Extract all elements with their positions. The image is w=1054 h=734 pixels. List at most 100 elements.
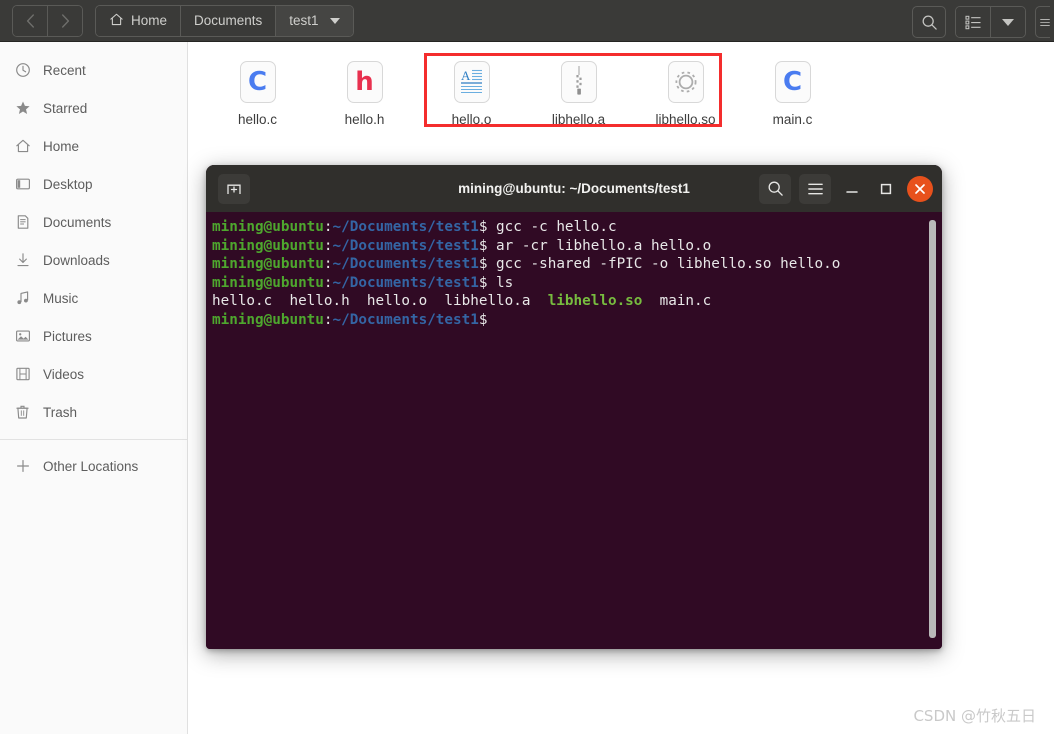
main-menu-button[interactable] [1035,6,1050,38]
sidebar-label-recent: Recent [43,62,86,78]
terminal-ls-output: hello.c hello.h hello.o libhello.a libhe… [212,292,942,311]
file-label: libhello.a [551,112,606,127]
prompt-user-host: mining@ubuntu [212,311,324,328]
sidebar-item-recent[interactable]: Recent [0,51,187,89]
desktop-icon [14,176,31,193]
new-tab-button[interactable] [218,173,250,204]
breadcrumb-item-home[interactable]: Home [96,5,181,36]
sidebar-item-videos[interactable]: Videos [0,355,187,393]
terminal-scrollbar[interactable] [929,220,936,638]
sidebar-item-downloads[interactable]: Downloads [0,241,187,279]
c-source-file-icon: C [772,59,814,105]
terminal-line: mining@ubuntu:~/Documents/test1$ gcc -sh… [212,255,942,274]
sidebar-label-desktop: Desktop [43,176,93,192]
prompt-path: ~/Documents/test1 [332,237,479,254]
prompt-user-host: mining@ubuntu [212,274,324,291]
terminal-line: mining@ubuntu:~/Documents/test1$ [212,311,942,330]
close-icon [915,183,925,194]
prompt-user-host: mining@ubuntu [212,256,324,273]
file-label: libhello.so [655,112,716,127]
chevron-left-icon [26,13,34,28]
list-view-button[interactable] [956,7,990,37]
ls-output-regular-files: hello.c hello.h hello.o libhello.a [212,293,548,310]
back-button[interactable] [13,5,47,36]
breadcrumb-item-test1[interactable]: test1 [275,5,353,36]
file-label: hello.c [237,112,278,127]
sidebar-label-other-locations: Other Locations [43,458,139,474]
terminal-command: ar -cr libhello.a hello.o [487,237,712,254]
terminal-close-button[interactable] [907,175,933,202]
navigation-buttons [12,4,83,37]
music-note-icon [14,290,31,307]
forward-button[interactable] [47,5,82,36]
sidebar-item-other-locations[interactable]: Other Locations [0,447,187,485]
download-icon [14,252,31,269]
watermark: CSDN @竹秋五日 [913,707,1036,725]
prompt-path: ~/Documents/test1 [332,219,479,235]
terminal-maximize-button[interactable] [873,176,899,202]
text-document-icon: A [451,59,493,105]
view-options-dropdown-button[interactable] [990,7,1025,37]
sidebar-item-music[interactable]: Music [0,279,187,317]
hamburger-menu-icon [807,183,823,194]
chevron-down-icon [329,17,340,24]
file-item-hello-o[interactable]: A hello.o [418,52,525,127]
list-view-icon [964,15,981,29]
prompt-path: ~/Documents/test1 [332,256,479,273]
terminal-menu-button[interactable] [799,173,831,204]
breadcrumb-label-test1: test1 [289,13,319,28]
file-label: hello.o [451,112,492,127]
chevron-right-icon [61,13,69,28]
prompt-colon: : [323,219,333,235]
terminal-line: mining@ubuntu:~/Documents/test1$ ar -cr … [212,237,942,256]
prompt-colon: : [323,311,333,328]
header-actions [912,6,1054,38]
sidebar-item-desktop[interactable]: Desktop [0,165,187,203]
star-icon [14,100,31,117]
terminal-window[interactable]: mining@ubuntu: ~/Documents/test1 mining@… [206,165,942,649]
terminal-command: gcc -shared -fPIC -o libhello.so hello.o [487,256,841,273]
picture-icon [14,328,31,345]
terminal-command: ls [487,274,514,291]
terminal-search-button[interactable] [759,173,791,204]
ls-output-regular-files-2: main.c [642,293,712,310]
sidebar-label-starred: Starred [43,100,88,116]
breadcrumb-item-documents[interactable]: Documents [180,5,276,36]
sidebar-item-trash[interactable]: Trash [0,393,187,431]
sidebar-item-pictures[interactable]: Pictures [0,317,187,355]
shared-library-gear-icon [665,59,707,105]
plus-icon [14,458,31,475]
breadcrumb: Home Documents test1 [95,4,354,37]
trash-icon [14,404,31,421]
sidebar: Recent Starred Home Desktop Documents Do… [0,42,188,734]
terminal-minimize-button[interactable] [839,176,865,202]
breadcrumb-label-documents: Documents [194,13,263,28]
sidebar-item-home[interactable]: Home [0,127,187,165]
sidebar-divider [0,439,187,440]
view-mode-group [955,6,1026,38]
file-label: hello.h [344,112,385,127]
home-icon [109,12,124,30]
terminal-title-bar[interactable]: mining@ubuntu: ~/Documents/test1 [206,165,942,212]
prompt-user-host: mining@ubuntu [212,237,324,254]
file-label: main.c [772,112,813,127]
file-item-libhello-a[interactable]: libhello.a [525,52,632,127]
sidebar-item-documents[interactable]: Documents [0,203,187,241]
terminal-output-area[interactable]: mining@ubuntu:~/Documents/test1$ gcc -c … [206,212,942,649]
file-grid: C hello.c h hello.h A hello.o libhello.a… [204,52,846,127]
header-bar: Home Documents test1 [0,0,1054,42]
search-button[interactable] [912,6,946,38]
sidebar-item-starred[interactable]: Starred [0,89,187,127]
c-source-file-icon: C [237,59,279,105]
search-icon [768,181,783,196]
file-item-hello-c[interactable]: C hello.c [204,52,311,127]
prompt-colon: : [323,256,333,273]
files-application-window: Home Documents test1 Recent Starred Home… [0,0,1054,734]
breadcrumb-label-home: Home [131,13,168,28]
file-item-libhello-so[interactable]: libhello.so [632,52,739,127]
file-item-hello-h[interactable]: h hello.h [311,52,418,127]
chevron-down-icon [1002,18,1014,26]
prompt-colon: : [323,237,333,254]
file-item-main-c[interactable]: C main.c [739,52,846,127]
hamburger-menu-icon [1040,18,1050,26]
